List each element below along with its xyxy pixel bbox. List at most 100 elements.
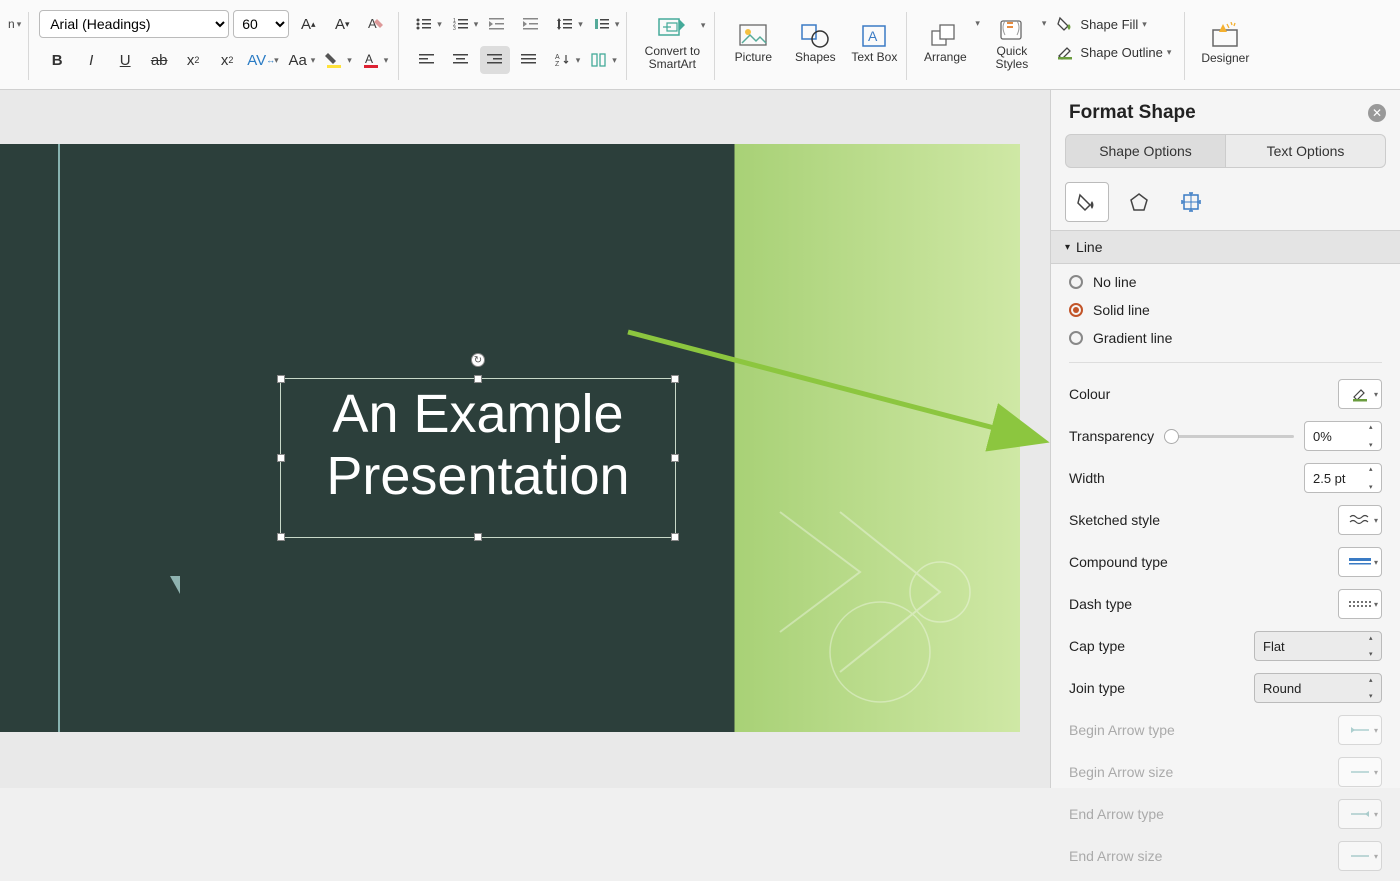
line-spacing-icon[interactable] — [550, 10, 580, 38]
change-case-icon[interactable]: Aa — [283, 46, 313, 74]
workspace: ↻ An Example Presentation Format Shape ✕… — [0, 90, 1400, 788]
quick-styles-button[interactable]: Quick Styles — [984, 6, 1040, 82]
quick-styles-icon — [997, 17, 1027, 43]
resize-handle[interactable] — [474, 375, 482, 383]
superscript-button[interactable]: x2 — [178, 46, 208, 74]
transparency-label: Transparency — [1069, 428, 1154, 444]
clear-formatting-icon[interactable]: A — [361, 10, 391, 38]
tab-text-options[interactable]: Text Options — [1226, 134, 1386, 168]
designer-icon — [1209, 22, 1241, 50]
arrange-icon — [930, 23, 960, 49]
line-none-radio[interactable]: No line — [1069, 274, 1382, 290]
picture-icon — [738, 23, 768, 49]
line-colour-picker[interactable]: ▾ — [1338, 379, 1382, 409]
line-gradient-radio[interactable]: Gradient line — [1069, 330, 1382, 346]
cap-type-select[interactable]: Flat▴▾ — [1254, 631, 1382, 661]
highlight-color-icon[interactable] — [319, 46, 349, 74]
text-direction-icon[interactable] — [587, 10, 617, 38]
dash-type-picker[interactable]: ▾ — [1338, 589, 1382, 619]
textbox-button[interactable]: A Text Box — [849, 6, 899, 82]
char-spacing-icon[interactable]: AV↔ — [246, 46, 276, 74]
increase-font-icon[interactable]: A▴ — [293, 10, 323, 38]
columns-icon[interactable] — [584, 46, 614, 74]
fill-line-tab-icon[interactable] — [1065, 182, 1109, 222]
numbering-icon[interactable]: 123 — [446, 10, 476, 38]
transparency-value[interactable]: 0%▴▾ — [1304, 421, 1382, 451]
designer-button[interactable]: Designer — [1195, 6, 1255, 82]
join-type-select[interactable]: Round▴▾ — [1254, 673, 1382, 703]
resize-handle[interactable] — [671, 375, 679, 383]
end-arrow-size-label: End Arrow size — [1069, 848, 1162, 864]
convert-smartart-button[interactable]: Convert to SmartArt — [637, 6, 707, 82]
title-text[interactable]: An Example Presentation — [281, 379, 675, 511]
slide[interactable]: ↻ An Example Presentation — [0, 144, 1020, 732]
effects-tab-icon[interactable] — [1117, 182, 1161, 222]
resize-handle[interactable] — [277, 454, 285, 462]
compound-label: Compound type — [1069, 554, 1168, 570]
increase-indent-icon[interactable] — [516, 10, 546, 38]
width-value[interactable]: 2.5 pt▴▾ — [1304, 463, 1382, 493]
colour-label: Colour — [1069, 386, 1110, 402]
sort-icon[interactable]: AZ — [548, 46, 578, 74]
shapes-icon — [800, 23, 830, 49]
cap-label: Cap type — [1069, 638, 1125, 654]
end-arrow-type-picker: ▾ — [1338, 799, 1382, 829]
compound-type-picker[interactable]: ▾ — [1338, 547, 1382, 577]
rotate-handle[interactable]: ↻ — [471, 353, 485, 367]
svg-text:A: A — [555, 54, 560, 61]
end-arrow-type-label: End Arrow type — [1069, 806, 1164, 822]
transparency-slider[interactable] — [1164, 435, 1294, 438]
shape-outline-button[interactable]: Shape Outline▾ — [1050, 40, 1177, 64]
line-section-header[interactable]: ▾Line — [1051, 230, 1400, 264]
resize-handle[interactable] — [277, 533, 285, 541]
strikethrough-button[interactable]: ab — [144, 46, 174, 74]
textbox-icon: A — [860, 23, 888, 49]
width-label: Width — [1069, 470, 1105, 486]
line-solid-radio[interactable]: Solid line — [1069, 302, 1382, 318]
subscript-button[interactable]: x2 — [212, 46, 242, 74]
sketched-style-picker[interactable]: ▾ — [1338, 505, 1382, 535]
shape-fill-button[interactable]: Shape Fill▾ — [1050, 12, 1177, 36]
font-size-select[interactable]: 60 — [233, 10, 289, 38]
sketched-label: Sketched style — [1069, 512, 1160, 528]
end-arrow-size-picker: ▾ — [1338, 841, 1382, 871]
svg-text:A: A — [365, 52, 373, 66]
begin-arrow-size-picker: ▾ — [1338, 757, 1382, 787]
triangle-decoration — [170, 576, 180, 594]
align-center-icon[interactable] — [446, 46, 476, 74]
smartart-icon — [657, 17, 687, 43]
svg-text:A: A — [868, 28, 878, 44]
shape-fill-icon — [1056, 16, 1074, 32]
font-family-select[interactable]: Arial (Headings) — [39, 10, 229, 38]
tab-shape-options[interactable]: Shape Options — [1065, 134, 1226, 168]
title-textbox[interactable]: ↻ An Example Presentation — [280, 378, 676, 538]
begin-arrow-type-picker: ▾ — [1338, 715, 1382, 745]
close-icon[interactable]: ✕ — [1368, 104, 1386, 122]
underline-button[interactable]: U — [110, 46, 140, 74]
decrease-indent-icon[interactable] — [482, 10, 512, 38]
resize-handle[interactable] — [671, 454, 679, 462]
bold-button[interactable]: B — [42, 46, 72, 74]
format-shape-pane: Format Shape ✕ Shape Options Text Option… — [1050, 90, 1400, 788]
font-color-icon[interactable]: A — [356, 46, 386, 74]
resize-handle[interactable] — [474, 533, 482, 541]
align-left-icon[interactable] — [412, 46, 442, 74]
resize-handle[interactable] — [671, 533, 679, 541]
resize-handle[interactable] — [277, 375, 285, 383]
convert-smartart-label: Convert to SmartArt — [637, 45, 707, 71]
join-label: Join type — [1069, 680, 1125, 696]
shapes-button[interactable]: Shapes — [787, 6, 843, 82]
shape-outline-icon — [1056, 44, 1074, 60]
dash-label: Dash type — [1069, 596, 1132, 612]
size-tab-icon[interactable] — [1169, 182, 1213, 222]
ribbon: n▾ Arial (Headings) 60 A▴ A▾ A B I U ab … — [0, 0, 1400, 90]
align-right-icon[interactable] — [480, 46, 510, 74]
italic-button[interactable]: I — [76, 46, 106, 74]
decrease-font-icon[interactable]: A▾ — [327, 10, 357, 38]
justify-icon[interactable] — [514, 46, 544, 74]
slide-canvas[interactable]: ↻ An Example Presentation — [0, 90, 1050, 788]
arrange-button[interactable]: Arrange — [917, 6, 973, 82]
picture-button[interactable]: Picture — [725, 6, 781, 82]
pane-title: Format Shape — [1069, 102, 1196, 124]
bullets-icon[interactable] — [409, 10, 439, 38]
